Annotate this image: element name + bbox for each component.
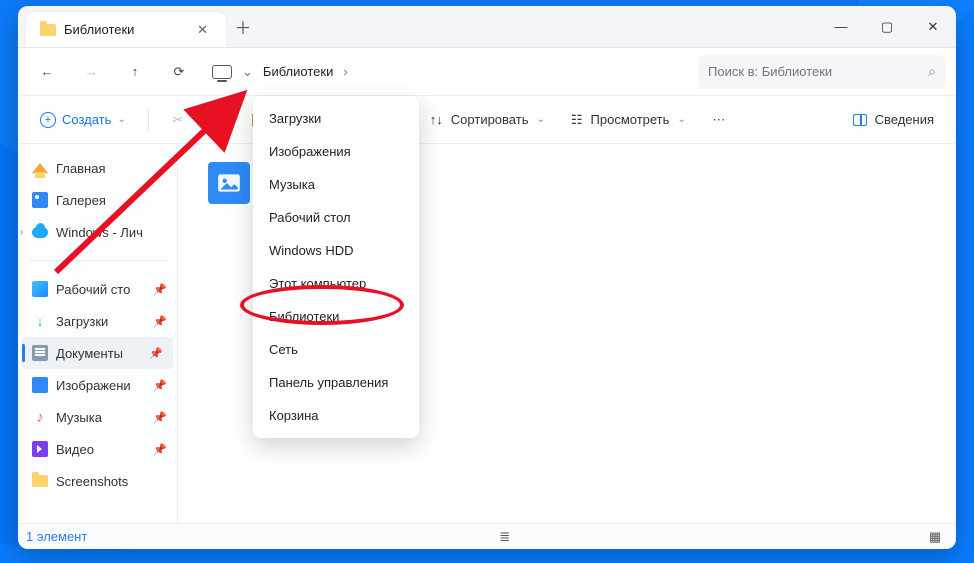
sidebar-item-label: Загрузки: [56, 314, 108, 329]
view-icon: ☷: [571, 112, 583, 128]
pin-icon: 📌: [149, 347, 163, 360]
sidebar-item-label: Видео: [56, 442, 94, 457]
sidebar-item-video[interactable]: Видео 📌: [18, 433, 177, 465]
details-button[interactable]: Сведения: [843, 106, 944, 133]
dropdown-item-pictures[interactable]: Изображения: [253, 135, 419, 168]
breadcrumb-dropdown: Загрузки Изображения Музыка Рабочий стол…: [253, 96, 419, 438]
pictures-icon: [32, 377, 48, 393]
forward-button[interactable]: →: [72, 55, 110, 89]
dropdown-item-control-panel[interactable]: Панель управления: [253, 366, 419, 399]
dropdown-item-music[interactable]: Музыка: [253, 168, 419, 201]
search-icon: ⌕: [928, 63, 936, 80]
cut-button[interactable]: ✂: [161, 103, 195, 137]
gallery-icon: [32, 192, 48, 208]
sidebar-item-label: Галерея: [56, 193, 106, 208]
sort-icon: ↑↓: [430, 112, 443, 127]
pin-icon: 📌: [153, 283, 167, 296]
sidebar-item-label: Документы: [56, 346, 123, 361]
sidebar-item-downloads[interactable]: ↓ Загрузки 📌: [18, 305, 177, 337]
search-box[interactable]: ⌕: [698, 55, 946, 89]
view-button[interactable]: ☷ Просмотреть ⌄: [561, 106, 696, 134]
create-button[interactable]: + Создать ⌄: [30, 106, 136, 134]
command-bar: + Создать ⌄ ✂ ⧉ 📋 ✎ ↗ 🗑 ↑↓ Сортировать ⌄…: [18, 96, 956, 144]
more-button[interactable]: ⋯: [702, 103, 736, 137]
chevron-down-icon[interactable]: ⌄: [242, 64, 253, 80]
chevron-right-icon[interactable]: ›: [20, 227, 23, 238]
sidebar-item-desktop[interactable]: Рабочий сто 📌: [18, 273, 177, 305]
chevron-right-icon[interactable]: ›: [343, 64, 347, 79]
pin-icon: 📌: [153, 315, 167, 328]
grid-view-button[interactable]: ▦: [922, 528, 948, 546]
pin-icon: 📌: [153, 411, 167, 424]
refresh-button[interactable]: ⟳: [160, 55, 198, 89]
dropdown-item-network[interactable]: Сеть: [253, 333, 419, 366]
breadcrumb-current[interactable]: Библиотеки: [263, 64, 333, 79]
status-count: 1 элемент: [26, 529, 87, 544]
chevron-down-icon: ⌄: [117, 114, 125, 125]
home-icon: [32, 163, 48, 173]
search-input[interactable]: [708, 64, 920, 79]
sidebar-item-label: Музыка: [56, 410, 102, 425]
dropdown-item-libraries[interactable]: Библиотеки: [253, 300, 419, 333]
address-bar[interactable]: ⌄ Библиотеки ›: [204, 55, 692, 89]
close-button[interactable]: ✕: [910, 6, 956, 47]
sidebar-item-label: Windows - Лич: [56, 225, 143, 240]
pin-icon: 📌: [153, 443, 167, 456]
folder-icon: [40, 24, 56, 36]
chevron-down-icon: ⌄: [536, 114, 544, 125]
titlebar: Библиотеки ✕ ＋ — ▢ ✕: [18, 6, 956, 48]
dropdown-item-this-pc[interactable]: Этот компьютер: [253, 267, 419, 300]
explorer-window: Библиотеки ✕ ＋ — ▢ ✕ ← → ↑ ⟳ ⌄ Библиотек…: [18, 6, 956, 549]
sidebar-item-label: Главная: [56, 161, 105, 176]
minimize-button[interactable]: —: [818, 6, 864, 47]
list-view-button[interactable]: ≣: [492, 528, 518, 546]
plus-icon: +: [40, 112, 56, 128]
details-icon: [853, 114, 867, 126]
dropdown-item-downloads[interactable]: Загрузки: [253, 102, 419, 135]
sort-label: Сортировать: [451, 112, 529, 127]
sidebar-item-screenshots[interactable]: Screenshots: [18, 465, 177, 497]
sidebar-item-pictures[interactable]: Изображени 📌: [18, 369, 177, 401]
status-bar: 1 элемент ≣ ▦: [18, 523, 956, 549]
cloud-icon: [32, 227, 48, 238]
pc-icon: [212, 65, 232, 79]
sidebar-item-onedrive[interactable]: › Windows - Лич: [18, 216, 177, 248]
sidebar-item-label: Screenshots: [56, 474, 128, 489]
maximize-button[interactable]: ▢: [864, 6, 910, 47]
sidebar-item-label: Рабочий сто: [56, 282, 130, 297]
create-label: Создать: [62, 112, 111, 127]
new-tab-button[interactable]: ＋: [226, 6, 260, 47]
tab-title: Библиотеки: [64, 22, 185, 37]
pictures-library-icon: [208, 162, 250, 204]
sidebar-item-music[interactable]: ♪ Музыка 📌: [18, 401, 177, 433]
sort-button[interactable]: ↑↓ Сортировать ⌄: [420, 106, 555, 133]
sidebar-item-label: Изображени: [56, 378, 131, 393]
view-label: Просмотреть: [591, 112, 670, 127]
sidebar: Главная Галерея › Windows - Лич Рабочий …: [18, 144, 178, 523]
desktop-icon: [32, 281, 48, 297]
pin-icon: 📌: [153, 379, 167, 392]
details-label: Сведения: [875, 112, 934, 127]
close-tab-button[interactable]: ✕: [193, 18, 212, 42]
dropdown-item-desktop[interactable]: Рабочий стол: [253, 201, 419, 234]
dropdown-item-windows-hdd[interactable]: Windows HDD: [253, 234, 419, 267]
document-icon: [32, 345, 48, 361]
music-icon: ♪: [32, 409, 48, 425]
video-icon: [32, 441, 48, 457]
nav-toolbar: ← → ↑ ⟳ ⌄ Библиотеки › ⌕: [18, 48, 956, 96]
back-button[interactable]: ←: [28, 55, 66, 89]
sidebar-item-gallery[interactable]: Галерея: [18, 184, 177, 216]
chevron-down-icon: ⌄: [677, 114, 685, 125]
up-button[interactable]: ↑: [116, 55, 154, 89]
folder-icon: [32, 475, 48, 487]
sidebar-item-documents[interactable]: Документы 📌: [22, 337, 173, 369]
download-icon: ↓: [32, 313, 48, 329]
dropdown-item-recycle-bin[interactable]: Корзина: [253, 399, 419, 432]
sidebar-item-home[interactable]: Главная: [18, 152, 177, 184]
window-tab[interactable]: Библиотеки ✕: [26, 12, 226, 47]
copy-button[interactable]: ⧉: [201, 103, 235, 137]
